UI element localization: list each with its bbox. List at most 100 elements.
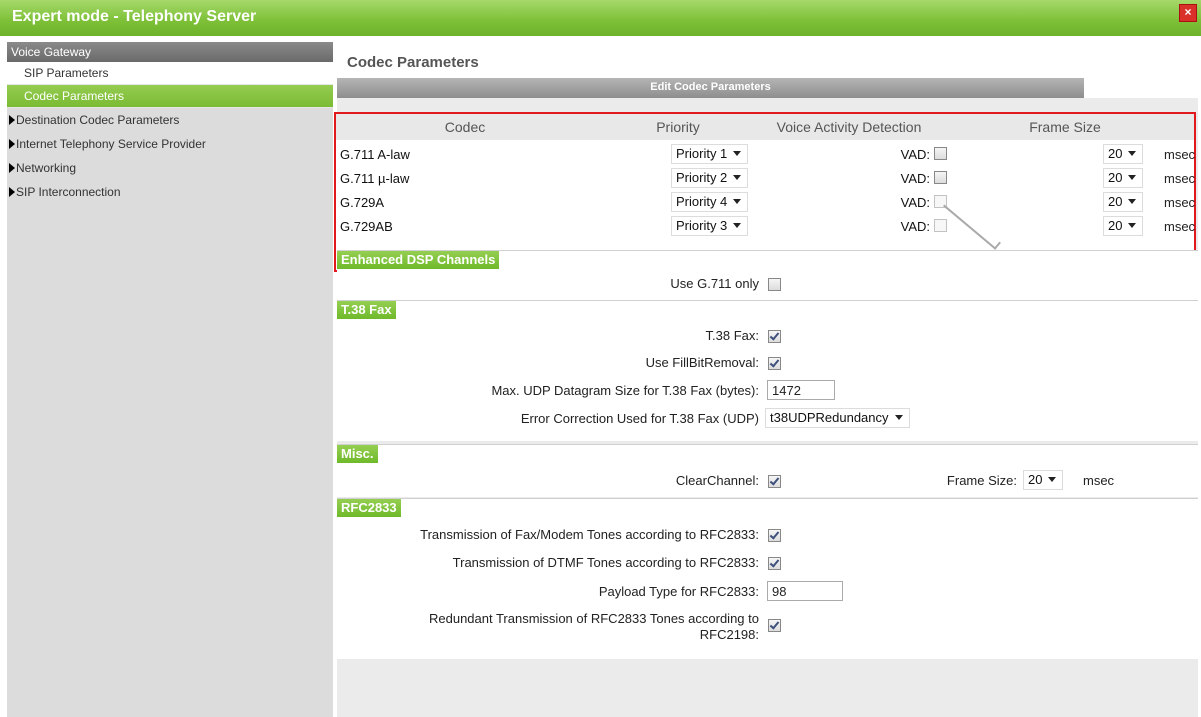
expand-arrow-icon [9,187,15,197]
sidebar-item-label: SIP Interconnection [16,185,121,199]
t38-fax-checkbox[interactable] [768,330,781,343]
edit-header: Edit Codec Parameters [337,78,1084,98]
sidebar-item-label: Networking [16,161,77,175]
chevron-down-icon [733,199,742,204]
codec-name: G.729A [340,195,385,210]
chevron-down-icon [1128,223,1137,228]
clearchannel-checkbox[interactable] [768,475,781,488]
checkmark-icon [769,619,780,630]
udp-size-input[interactable]: 1472 [767,380,835,400]
frame-size-value: 20 [1108,218,1123,233]
error-correction-value: t38UDPRedundancy [770,410,889,425]
frame-size-value: 20 [1108,194,1123,209]
expand-arrow-icon [9,139,15,149]
priority-value: Priority 1 [676,146,728,161]
table-row: G.729A Priority 4 VAD: 20 msec [336,191,1196,215]
fillbit-checkbox[interactable] [768,357,781,370]
checkmark-icon [769,557,780,568]
dtmf-tones-checkbox[interactable] [768,557,781,570]
sidebar-item-label: Destination Codec Parameters [16,113,180,127]
vad-checkbox[interactable] [933,147,947,160]
close-icon[interactable]: × [1179,4,1197,22]
priority-value: Priority 2 [676,170,728,185]
redundant-transmission-checkbox[interactable] [768,619,781,632]
misc-frame-size-label: Frame Size: [946,473,1017,488]
column-header-priority: Priority [594,114,763,140]
sidebar-header[interactable]: Voice Gateway [7,42,333,62]
chevron-down-icon [1128,175,1137,180]
vad-checkbox[interactable] [933,171,947,184]
frame-size-select[interactable]: 20 [1103,144,1144,164]
chevron-down-icon [733,175,742,180]
section-t38-fax: T.38 Fax T.38 Fax: Use FillBitRemoval: M… [337,300,1198,441]
codec-name: G.729AB [340,219,393,234]
codec-name: G.711 µ-law [340,171,410,186]
frame-size-select[interactable]: 20 [1103,216,1144,236]
expand-arrow-icon [9,115,15,125]
codec-name: G.711 A-law [340,147,410,162]
priority-select[interactable]: Priority 3 [671,216,749,236]
page-title: Codec Parameters [347,54,479,71]
column-header-vad: Voice Activity Detection [762,114,937,140]
vad-label: VAD: [900,219,930,234]
section-misc: Misc. ClearChannel: Frame Size: 20 msec [337,444,1198,497]
frame-size-value: 20 [1028,472,1043,487]
fax-modem-tones-label: Transmission of Fax/Modem Tones accordin… [420,527,759,542]
chevron-down-icon [733,223,742,228]
chevron-down-icon [1128,151,1137,156]
payload-type-input[interactable]: 98 [767,581,843,601]
error-correction-label: Error Correction Used for T.38 Fax (UDP) [520,411,759,426]
sidebar: Voice Gateway SIP Parameters Codec Param… [7,42,333,717]
use-g711-checkbox[interactable] [768,278,781,291]
use-g711-label: Use G.711 only [670,276,759,291]
priority-select[interactable]: Priority 1 [671,144,749,164]
frame-size-value: 20 [1108,146,1123,161]
misc-frame-size-select[interactable]: 20 [1023,470,1064,490]
sidebar-item-label: Internet Telephony Service Provider [16,137,206,151]
priority-value: Priority 3 [676,218,728,233]
column-header-frame-size: Frame Size [936,114,1194,140]
frame-size-value: 20 [1108,170,1123,185]
unit-label: msec [1164,195,1196,210]
expand-arrow-icon [9,163,15,173]
unit-label: msec [1083,473,1115,488]
section-header: Enhanced DSP Channels [337,251,500,269]
fax-modem-tones-checkbox[interactable] [768,529,781,542]
sidebar-item-sip-parameters[interactable]: SIP Parameters [7,62,333,85]
frame-size-select[interactable]: 20 [1103,168,1144,188]
error-correction-select[interactable]: t38UDPRedundancy [765,408,910,428]
unit-label: msec [1164,147,1196,162]
column-header-codec: Codec [336,114,595,140]
clearchannel-label: ClearChannel: [675,473,759,488]
codec-table: Codec Priority Voice Activity Detection … [334,112,1196,272]
table-row: G.711 µ-law Priority 2 VAD: 20 msec [336,167,1195,191]
window-titlebar: Expert mode - Telephony Server × [0,0,1201,36]
priority-value: Priority 4 [676,194,728,209]
vad-label: VAD: [900,147,930,162]
section-header: RFC2833 [337,499,401,517]
chevron-down-icon [1128,199,1137,204]
sidebar-item-destination-codec[interactable]: Destination Codec Parameters [7,108,333,132]
table-row: G.711 A-law Priority 1 VAD: 20 msec [336,143,1196,167]
frame-size-select[interactable]: 20 [1103,192,1144,212]
redundant-label-line1: Redundant Transmission of RFC2833 Tones … [428,611,759,626]
vad-label: VAD: [900,171,930,186]
vad-checkbox [933,199,1001,250]
window-title: Expert mode - Telephony Server [12,8,257,25]
priority-select[interactable]: Priority 2 [671,168,749,188]
sidebar-item-codec-parameters[interactable]: Codec Parameters [7,85,333,108]
udp-size-label: Max. UDP Datagram Size for T.38 Fax (byt… [491,383,759,398]
chevron-down-icon [1048,477,1057,482]
checkmark-icon [769,529,780,540]
redundant-label-line2: RFC2198: [699,627,759,642]
sidebar-item-networking[interactable]: Networking [7,156,333,180]
checkmark-icon [769,357,780,368]
t38-fax-label: T.38 Fax: [705,328,759,343]
sidebar-item-itsp[interactable]: Internet Telephony Service Provider [7,132,333,156]
table-row: G.729AB Priority 3 VAD: 20 msec [336,199,1195,250]
checkmark-icon [769,475,780,486]
sidebar-item-sip-interconnection[interactable]: SIP Interconnection [7,180,333,204]
priority-select[interactable]: Priority 4 [671,192,749,212]
section-enhanced-dsp: Enhanced DSP Channels Use G.711 only [337,250,1198,301]
checkmark-icon [769,330,780,341]
